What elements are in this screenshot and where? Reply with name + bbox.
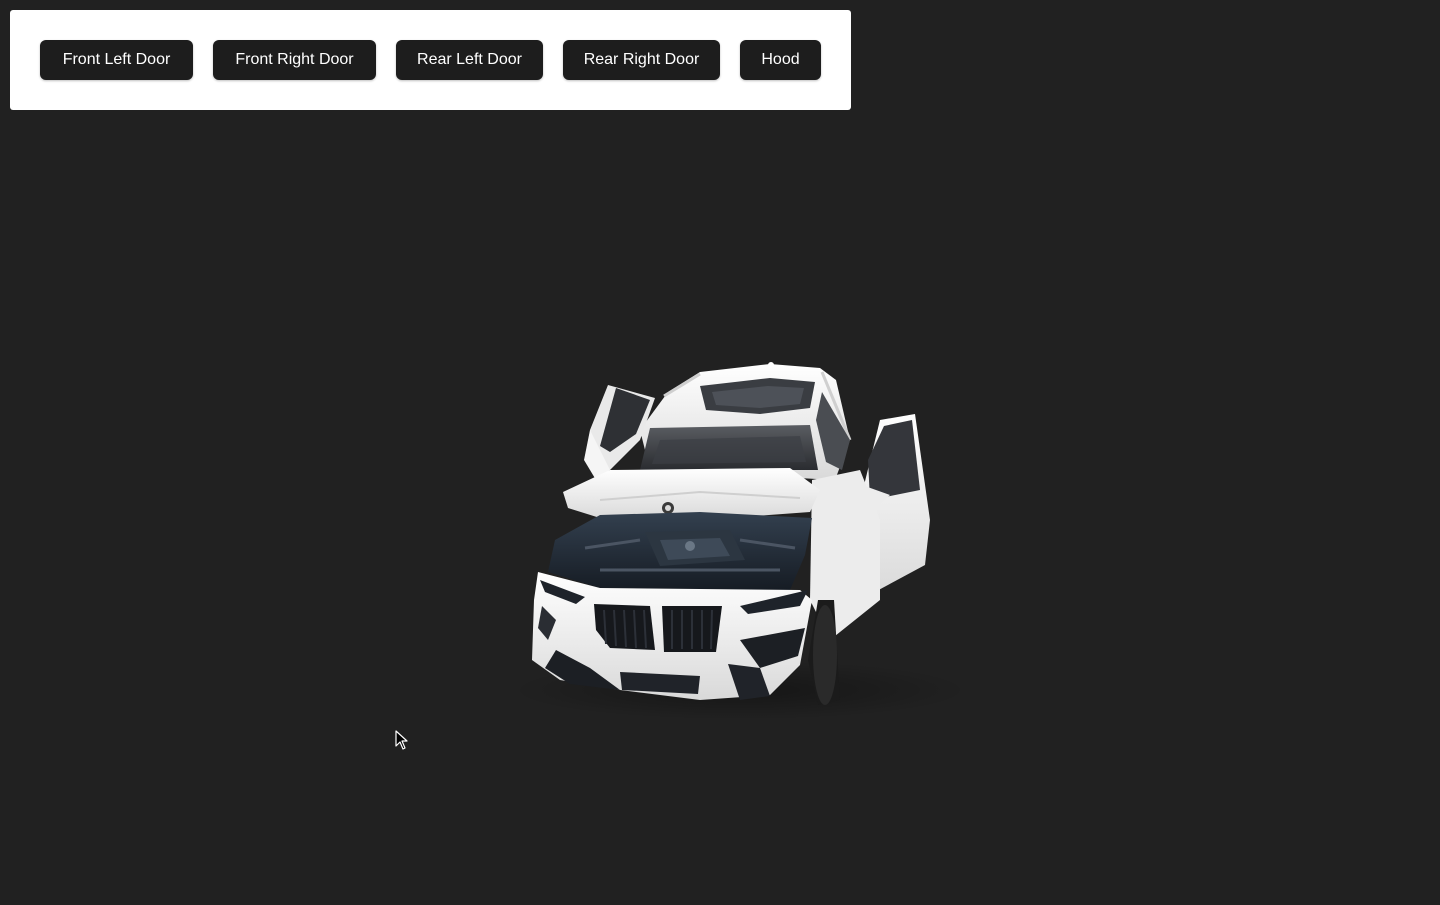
3d-viewport[interactable] bbox=[0, 0, 1440, 900]
rear-right-door-button[interactable]: Rear Right Door bbox=[563, 40, 720, 80]
rear-left-door-button[interactable]: Rear Left Door bbox=[396, 40, 543, 80]
car-model[interactable] bbox=[0, 0, 1440, 900]
hood-button[interactable]: Hood bbox=[740, 40, 821, 80]
hood-open bbox=[563, 468, 820, 520]
car-cabin bbox=[640, 362, 852, 480]
front-fascia bbox=[532, 572, 812, 700]
front-left-door-button[interactable]: Front Left Door bbox=[40, 40, 193, 80]
front-right-door-button[interactable]: Front Right Door bbox=[213, 40, 376, 80]
engine-bay bbox=[548, 512, 812, 590]
arrow-cursor-icon bbox=[395, 730, 409, 750]
control-panel: Front Left Door Front Right Door Rear Le… bbox=[10, 10, 851, 110]
